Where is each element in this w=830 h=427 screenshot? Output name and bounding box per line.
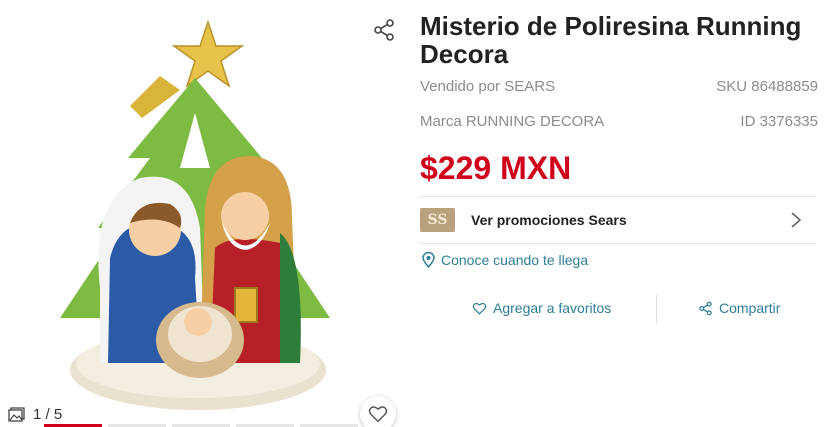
delivery-label: Conoce cuando te llega: [441, 252, 589, 268]
favorite-button[interactable]: [360, 396, 396, 427]
gallery-icon: [8, 407, 25, 422]
brand-row: Marca RUNNING DECORA ID 3376335: [420, 113, 818, 130]
share-icon: [699, 301, 712, 315]
delivery-link[interactable]: Conoce cuando te llega: [422, 252, 588, 268]
image-counter: 1 / 5: [8, 406, 62, 423]
product-title: Misterio de Poliresina Running Decora: [420, 11, 802, 69]
chevron-right-icon: [791, 212, 802, 228]
sku: SKU 86488859: [716, 78, 818, 95]
location-pin-icon: [422, 252, 435, 268]
add-to-favorites-button[interactable]: Agregar a favoritos: [472, 300, 611, 316]
heart-icon: [472, 302, 487, 315]
product-image[interactable]: [30, 18, 360, 418]
share-icon[interactable]: [372, 18, 396, 42]
promotions-link[interactable]: SS Ver promociones Sears: [420, 198, 816, 242]
add-to-favorites-label: Agregar a favoritos: [493, 300, 612, 316]
promotions-label: Ver promociones Sears: [471, 212, 627, 228]
brand: Marca RUNNING DECORA: [420, 113, 605, 130]
product-id: ID 3376335: [740, 113, 818, 130]
product-actions: Agregar a favoritos Compartir: [420, 295, 818, 325]
sears-logo: SS: [420, 208, 455, 232]
divider: [420, 243, 816, 244]
product-price: $229 MXN: [420, 150, 572, 186]
divider: [420, 196, 816, 197]
share-label: Compartir: [719, 300, 781, 316]
heart-icon: [368, 406, 388, 423]
seller-row: Vendido por SEARS SKU 86488859: [420, 78, 818, 95]
product-gallery: 1 / 5: [0, 0, 405, 427]
sold-by: Vendido por SEARS: [420, 78, 556, 95]
image-counter-text: 1 / 5: [33, 406, 63, 423]
share-button[interactable]: Compartir: [698, 300, 780, 316]
actions-divider: [656, 295, 657, 323]
